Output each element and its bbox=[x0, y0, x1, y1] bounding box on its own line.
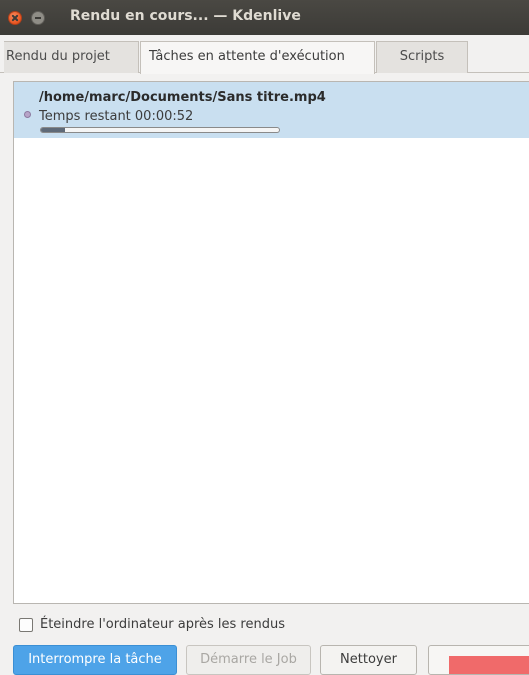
tab-bar: Rendu du projet Tâches en attente d'exéc… bbox=[0, 41, 529, 74]
window-title: Rendu en cours... — Kdenlive bbox=[70, 8, 301, 24]
shutdown-checkbox[interactable] bbox=[19, 618, 33, 632]
job-remaining-time: Temps restant 00:00:52 bbox=[39, 109, 194, 124]
job-list[interactable]: /home/marc/Documents/Sans titre.mp4 Temp… bbox=[13, 81, 529, 604]
job-row[interactable]: /home/marc/Documents/Sans titre.mp4 Temp… bbox=[14, 82, 529, 138]
shutdown-label: Éteindre l'ordinateur après les rendus bbox=[40, 617, 285, 632]
tab-scripts[interactable]: Scripts bbox=[376, 41, 468, 73]
tab-project-render[interactable]: Rendu du projet bbox=[4, 41, 139, 73]
job-progress-bar bbox=[40, 127, 280, 133]
title-bar: Rendu en cours... — Kdenlive bbox=[0, 0, 529, 35]
job-progress-fill bbox=[41, 128, 65, 132]
tab-pending-jobs[interactable]: Tâches en attente d'exécution bbox=[140, 41, 375, 74]
redacted-area bbox=[449, 656, 529, 674]
close-icon[interactable] bbox=[8, 11, 22, 25]
job-file-path: /home/marc/Documents/Sans titre.mp4 bbox=[39, 90, 326, 105]
job-status-icon bbox=[24, 111, 31, 118]
minimize-icon[interactable] bbox=[31, 11, 45, 25]
